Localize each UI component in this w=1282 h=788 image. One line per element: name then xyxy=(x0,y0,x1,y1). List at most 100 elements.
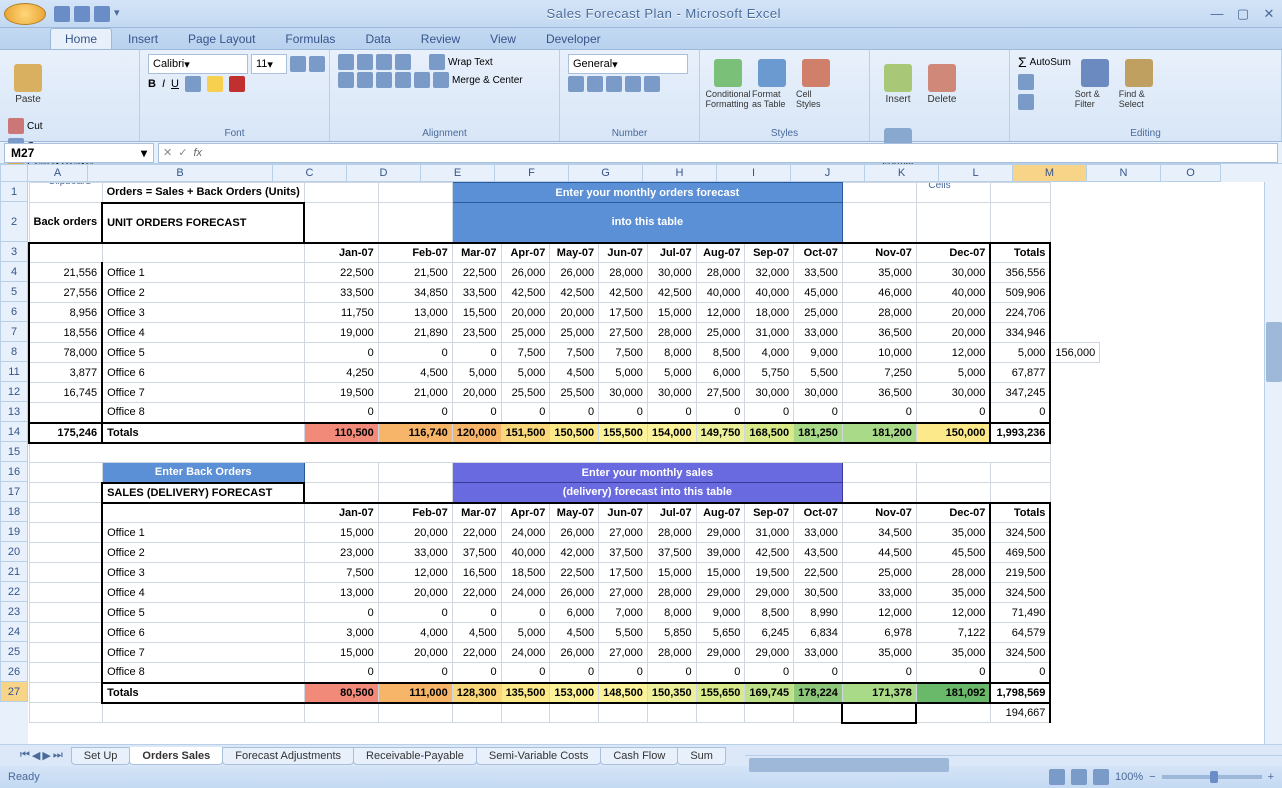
sales-month-3[interactable]: Apr-07 xyxy=(501,503,550,523)
orders-banner[interactable]: Enter your monthly orders forecast xyxy=(452,183,842,203)
align-middle-icon[interactable] xyxy=(357,54,373,70)
sales-totals-label[interactable]: Totals xyxy=(102,683,304,703)
sales-val-2-2[interactable]: 16,500 xyxy=(452,563,501,583)
back-order-0[interactable]: 21,556 xyxy=(29,263,102,283)
orders-val-5-8[interactable]: 5,750 xyxy=(745,363,794,383)
sales-val-3-8[interactable]: 29,000 xyxy=(745,583,794,603)
fill-color-icon[interactable] xyxy=(207,76,223,92)
sales-total-1[interactable]: 111,000 xyxy=(378,683,452,703)
orders-val-2-5[interactable]: 17,500 xyxy=(599,303,648,323)
sales-forecast-label[interactable]: SALES (DELIVERY) FORECAST xyxy=(102,483,304,503)
font-size-combo[interactable]: 11 ▾ xyxy=(251,54,287,74)
sales-val-6-7[interactable]: 29,000 xyxy=(696,643,745,663)
sales-month-6[interactable]: Jul-07 xyxy=(647,503,696,523)
ribbon-tab-insert[interactable]: Insert xyxy=(114,29,172,49)
sales-val-5-11[interactable]: 7,122 xyxy=(916,623,990,643)
orders-month-4[interactable]: May-07 xyxy=(550,243,599,263)
sales-val-1-2[interactable]: 37,500 xyxy=(452,543,501,563)
percent-icon[interactable] xyxy=(587,76,603,92)
sales-val-4-3[interactable]: 0 xyxy=(501,603,550,623)
orders-val-5-4[interactable]: 4,500 xyxy=(550,363,599,383)
orders-val-3-7[interactable]: 25,000 xyxy=(696,323,745,343)
unit-orders-forecast-label[interactable]: UNIT ORDERS FORECAST xyxy=(102,203,304,243)
col-header-N[interactable]: N xyxy=(1087,164,1161,182)
orders-month-1[interactable]: Feb-07 xyxy=(378,243,452,263)
sales-val-5-10[interactable]: 6,978 xyxy=(842,623,916,643)
row-header-21[interactable]: 21 xyxy=(0,562,28,582)
sales-val-1-4[interactable]: 42,000 xyxy=(550,543,599,563)
sales-office-3[interactable]: Office 4 xyxy=(102,583,304,603)
minimize-button[interactable]: — xyxy=(1208,6,1226,22)
sales-month-5[interactable]: Jun-07 xyxy=(599,503,648,523)
sales-val-2-7[interactable]: 15,000 xyxy=(696,563,745,583)
orders-val-2-9[interactable]: 25,000 xyxy=(794,303,843,323)
sales-val-0-2[interactable]: 22,000 xyxy=(452,523,501,543)
orders-val-7-9[interactable]: 0 xyxy=(794,403,843,423)
orders-val-0-4[interactable]: 26,000 xyxy=(550,263,599,283)
orders-val-7-6[interactable]: 0 xyxy=(647,403,696,423)
orders-val-7-4[interactable]: 0 xyxy=(550,403,599,423)
tab-nav-prev-icon[interactable]: ◀ xyxy=(32,749,40,762)
orders-val-5-7[interactable]: 6,000 xyxy=(696,363,745,383)
sales-val-6-0[interactable]: 15,000 xyxy=(304,643,378,663)
orders-total-12[interactable]: 1,993,236 xyxy=(990,423,1050,443)
orders-month-7[interactable]: Aug-07 xyxy=(696,243,745,263)
redo-icon[interactable] xyxy=(94,6,110,22)
row-header-26[interactable]: 26 xyxy=(0,662,28,682)
sales-val-1-1[interactable]: 33,000 xyxy=(378,543,452,563)
align-left-icon[interactable] xyxy=(338,72,354,88)
orders-val-3-5[interactable]: 27,500 xyxy=(599,323,648,343)
font-color-icon[interactable] xyxy=(229,76,245,92)
row-header-17[interactable]: 17 xyxy=(0,482,28,502)
formula-bar[interactable]: ✕ ✓ fx xyxy=(158,143,1278,163)
orders-val-1-9[interactable]: 45,000 xyxy=(794,283,843,303)
sales-val-6-3[interactable]: 24,000 xyxy=(501,643,550,663)
sales-month-2[interactable]: Mar-07 xyxy=(452,503,501,523)
autosum-button[interactable]: ΣAutoSum xyxy=(1018,54,1071,70)
sales-val-5-4[interactable]: 4,500 xyxy=(550,623,599,643)
indent-increase-icon[interactable] xyxy=(414,72,430,88)
sales-val-2-11[interactable]: 28,000 xyxy=(916,563,990,583)
row-header-14[interactable]: 14 xyxy=(0,422,28,442)
orders-val-7-3[interactable]: 0 xyxy=(501,403,550,423)
sales-val-3-9[interactable]: 30,500 xyxy=(794,583,843,603)
orders-office-3[interactable]: Office 4 xyxy=(102,323,304,343)
orders-val-3-0[interactable]: 19,000 xyxy=(304,323,378,343)
orders-totals-back[interactable]: 175,246 xyxy=(29,423,102,443)
sales-val-6-11[interactable]: 35,000 xyxy=(916,643,990,663)
orders-val-5-10[interactable]: 7,250 xyxy=(842,363,916,383)
orders-val-0-6[interactable]: 30,000 xyxy=(647,263,696,283)
selected-cell-m27[interactable] xyxy=(842,703,916,723)
office-button[interactable] xyxy=(4,3,46,25)
orders-totals-label[interactable]: Totals xyxy=(102,423,304,443)
col-header-C[interactable]: C xyxy=(273,164,347,182)
sales-val-3-4[interactable]: 26,000 xyxy=(550,583,599,603)
orders-val-0-7[interactable]: 28,000 xyxy=(696,263,745,283)
sales-val-2-5[interactable]: 17,500 xyxy=(599,563,648,583)
orders-val-5-2[interactable]: 5,000 xyxy=(452,363,501,383)
sales-month-7[interactable]: Aug-07 xyxy=(696,503,745,523)
sales-office-7[interactable]: Office 8 xyxy=(102,663,304,683)
back-order-2[interactable]: 8,956 xyxy=(29,303,102,323)
orders-val-2-0[interactable]: 11,750 xyxy=(304,303,378,323)
sales-val-4-1[interactable]: 0 xyxy=(378,603,452,623)
orders-val-3-12[interactable]: 334,946 xyxy=(990,323,1050,343)
align-center-icon[interactable] xyxy=(357,72,373,88)
orders-val-5-9[interactable]: 5,500 xyxy=(794,363,843,383)
sales-val-2-3[interactable]: 18,500 xyxy=(501,563,550,583)
orders-val-0-11[interactable]: 30,000 xyxy=(916,263,990,283)
sales-month-4[interactable]: May-07 xyxy=(550,503,599,523)
vertical-scrollbar[interactable] xyxy=(1264,182,1282,744)
sales-val-5-6[interactable]: 5,850 xyxy=(647,623,696,643)
sales-val-4-6[interactable]: 8,000 xyxy=(647,603,696,623)
enter-back-orders-button[interactable]: Enter Back Orders xyxy=(102,463,304,483)
orders-val-1-0[interactable]: 33,500 xyxy=(304,283,378,303)
orders-val-6-12[interactable]: 347,245 xyxy=(990,383,1050,403)
col-header-O[interactable]: O xyxy=(1161,164,1221,182)
sales-month-1[interactable]: Feb-07 xyxy=(378,503,452,523)
fx-icon[interactable]: fx xyxy=(193,147,202,159)
chevron-down-icon[interactable]: ▾ xyxy=(141,146,147,160)
sales-month-10[interactable]: Nov-07 xyxy=(842,503,916,523)
col-header-I[interactable]: I xyxy=(717,164,791,182)
fill-button[interactable] xyxy=(1018,74,1071,90)
